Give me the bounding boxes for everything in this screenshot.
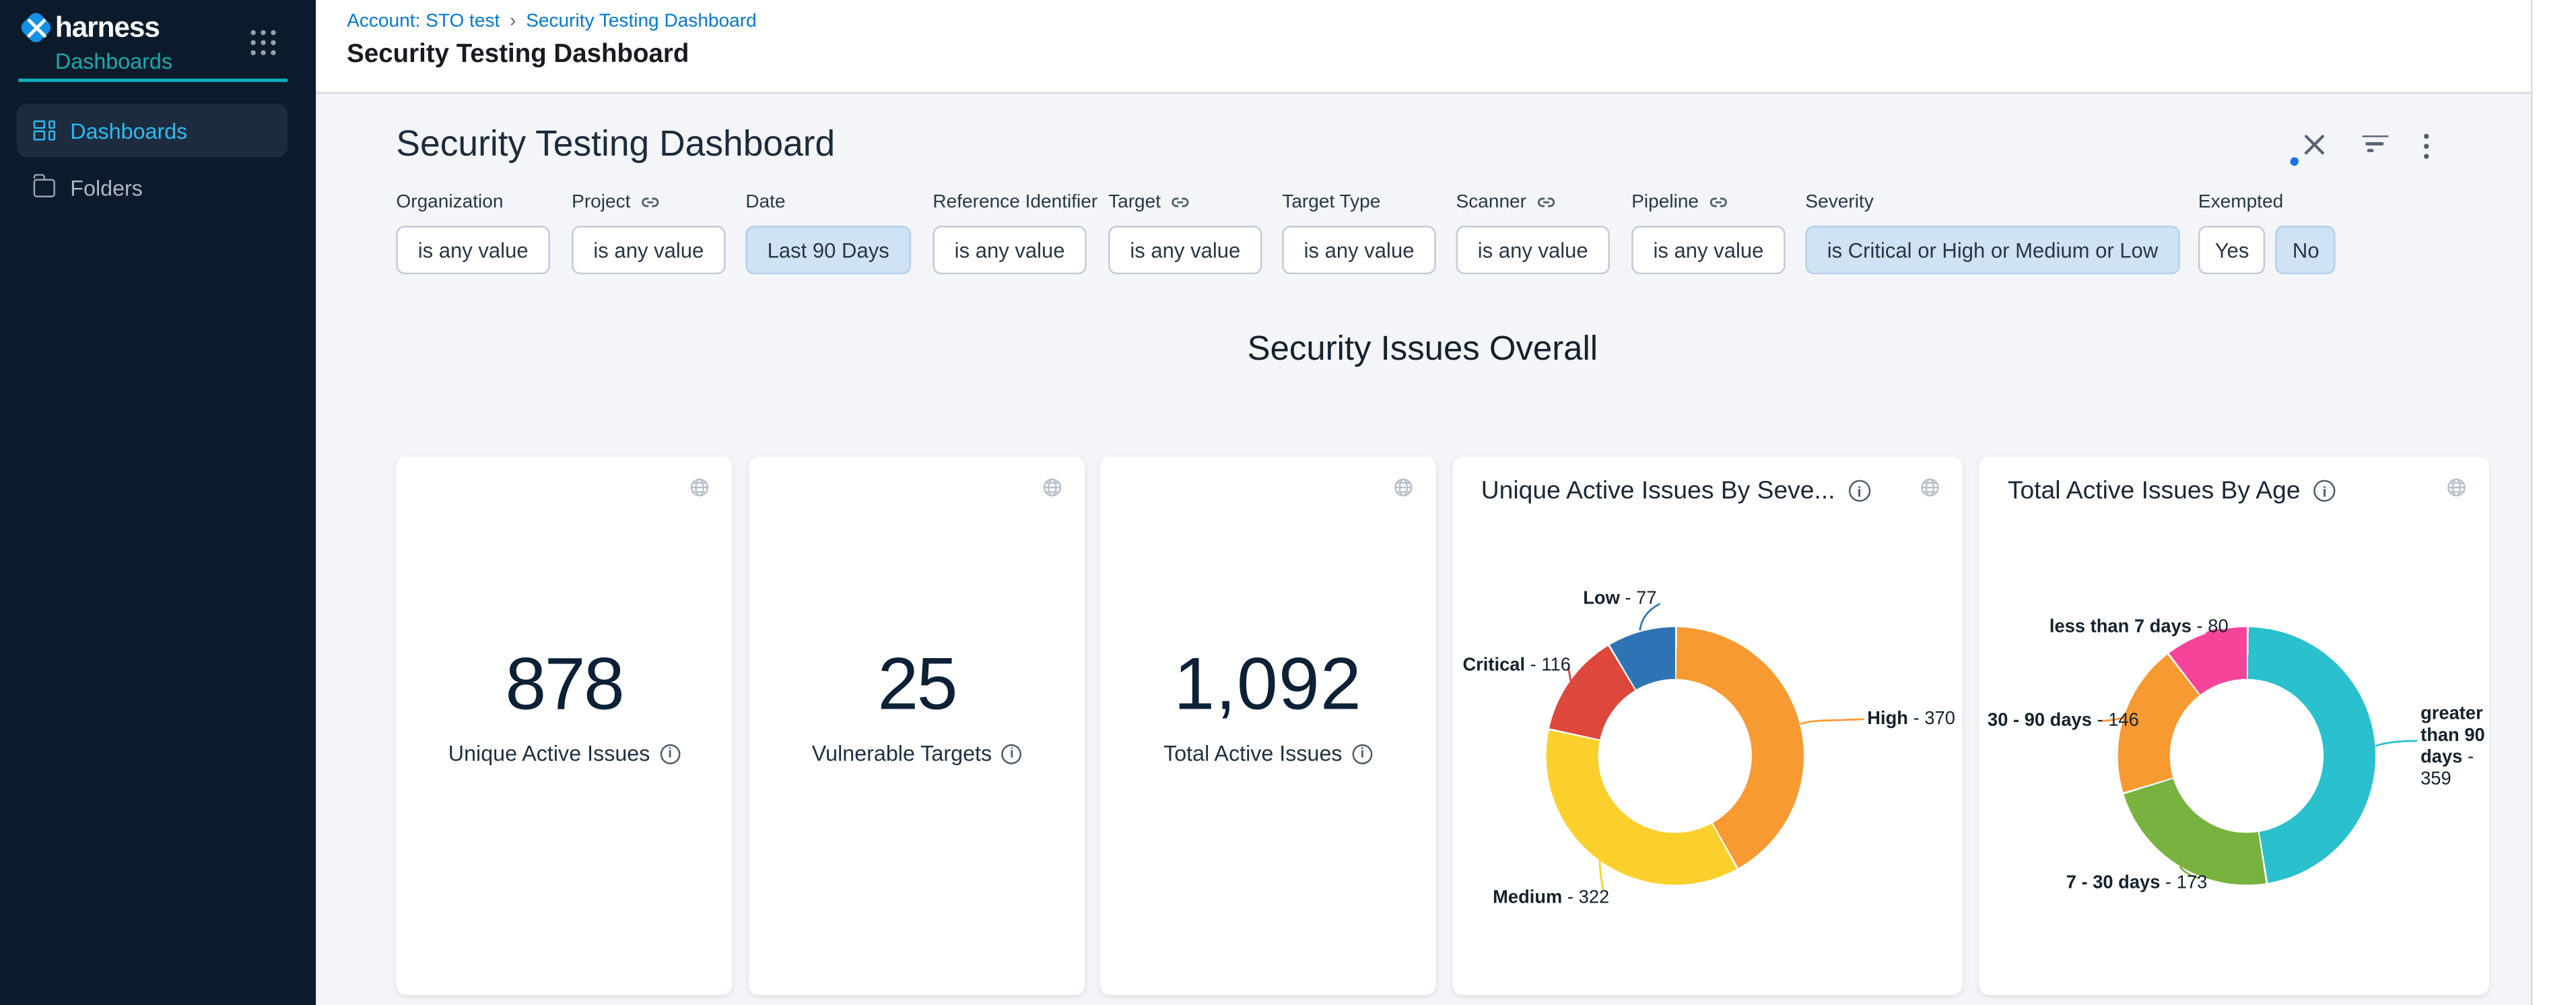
- age-donut-chart[interactable]: [2118, 626, 2375, 884]
- filter-label: Pipeline: [1631, 193, 1699, 213]
- severity-donut-chart[interactable]: [1547, 626, 1804, 884]
- filter-organization: Organization is any value: [396, 191, 549, 273]
- scrollbar-track[interactable]: [2530, 0, 2576, 1005]
- cursor-dot: [2288, 156, 2298, 166]
- filter-chip[interactable]: is any value: [396, 225, 549, 273]
- donut-label-high: High - 370: [1867, 709, 1955, 730]
- filter-pipeline: Pipeline is any value: [1631, 191, 1785, 273]
- chart-card-issues-by-age: Total Active Issues By Age i less than 7 …: [1979, 457, 2489, 994]
- dashboard-content: Security Testing Dashboard Organization …: [315, 93, 2530, 1005]
- filter-label: Severity: [1805, 193, 1873, 213]
- globe-icon: [1919, 477, 1940, 498]
- filter-project: Project is any value: [572, 191, 725, 273]
- filter-chip[interactable]: Last 90 Days: [745, 225, 911, 273]
- breadcrumb-page-link[interactable]: Security Testing Dashboard: [526, 11, 757, 32]
- donut-label-30-90: 30 - 90 days - 146: [1988, 711, 2139, 731]
- info-icon[interactable]: i: [660, 744, 680, 764]
- filter-label: Organization: [396, 193, 503, 213]
- info-icon[interactable]: i: [2313, 480, 2335, 502]
- top-header: Account: STO test › Security Testing Das…: [315, 0, 2576, 93]
- link-icon: [1536, 193, 1557, 213]
- donut-label-greater-90: greater than 90 days - 359: [2420, 704, 2497, 791]
- filter-label: Date: [745, 193, 785, 213]
- globe-icon: [689, 477, 710, 498]
- sidebar-accent-divider: [18, 77, 287, 82]
- donut-label-less-than-7: less than 7 days - 80: [2049, 617, 2229, 637]
- chart-title: Unique Active Issues By Seve...: [1481, 477, 1835, 505]
- filter-chip[interactable]: is any value: [933, 225, 1086, 273]
- filter-chip[interactable]: is any value: [1631, 225, 1785, 273]
- globe-icon: [2445, 477, 2467, 498]
- filter-severity: Severity is Critical or High or Medium o…: [1805, 191, 2179, 273]
- info-icon[interactable]: i: [1002, 744, 1022, 764]
- link-icon: [1709, 193, 1729, 213]
- globe-icon: [1392, 477, 1414, 498]
- breadcrumb: Account: STO test › Security Testing Das…: [347, 11, 757, 32]
- filter-date: Date Last 90 Days: [745, 191, 911, 273]
- section-title: Security Issues Overall: [315, 329, 2530, 369]
- filter-target: Target is any value: [1108, 191, 1262, 273]
- chart-card-issues-by-severity: Unique Active Issues By Seve... i Low - 7…: [1453, 457, 1963, 994]
- filter-label: Scanner: [1456, 193, 1526, 213]
- dashboard-title: Security Testing Dashboard: [396, 123, 835, 164]
- sidebar-item-label: Dashboards: [70, 118, 187, 143]
- info-icon[interactable]: i: [1848, 480, 1870, 502]
- sidebar-item-label: Folders: [70, 174, 143, 199]
- filter-chip-yes[interactable]: Yes: [2198, 225, 2266, 273]
- sidebar-item-dashboards[interactable]: Dashboards: [17, 104, 287, 157]
- info-icon[interactable]: i: [1353, 744, 1373, 764]
- donut-label-critical: Critical - 116: [1462, 655, 1570, 676]
- stat-value: 878: [396, 644, 732, 727]
- link-icon: [640, 193, 660, 213]
- filter-label: Exempted: [2198, 193, 2283, 213]
- filter-target-type: Target Type is any value: [1282, 191, 1435, 273]
- folder-icon: [34, 178, 55, 196]
- close-icon[interactable]: [2303, 133, 2324, 154]
- filter-chip[interactable]: is any value: [572, 225, 725, 273]
- filter-chip[interactable]: is Critical or High or Medium or Low: [1805, 225, 2179, 273]
- filter-chip[interactable]: is any value: [1108, 225, 1262, 273]
- stat-card-vulnerable-targets: 25 Vulnerable Targets i: [749, 457, 1085, 994]
- more-options-icon[interactable]: [2423, 133, 2430, 160]
- filter-scanner: Scanner is any value: [1456, 191, 1610, 273]
- sidebar-item-folders[interactable]: Folders: [17, 160, 287, 214]
- link-icon: [1171, 193, 1191, 213]
- filter-chip-no[interactable]: No: [2276, 225, 2336, 273]
- stat-label: Vulnerable Targets: [812, 741, 992, 766]
- stat-value: 1,092: [1100, 644, 1436, 727]
- stat-label: Unique Active Issues: [448, 741, 650, 766]
- dashboards-icon: [34, 120, 55, 141]
- stat-value: 25: [749, 644, 1085, 727]
- stat-card-unique-active-issues: 878 Unique Active Issues i: [396, 457, 732, 994]
- product-name: Dashboards: [55, 48, 172, 73]
- filter-label: Project: [572, 193, 630, 213]
- page-title: Security Testing Dashboard: [347, 40, 689, 71]
- filter-icon[interactable]: [2361, 135, 2388, 156]
- globe-icon: [1042, 477, 1063, 498]
- chart-title: Total Active Issues By Age: [2008, 477, 2301, 505]
- filter-exempted: Exempted Yes No: [2198, 191, 2336, 273]
- filter-chip[interactable]: is any value: [1282, 225, 1435, 273]
- donut-label-low: Low - 77: [1583, 589, 1656, 609]
- breadcrumb-separator: ›: [510, 11, 516, 32]
- harness-logo-icon: [20, 11, 54, 45]
- filter-label: Target: [1108, 193, 1161, 213]
- filter-reference-identifier: Reference Identifier is any value: [933, 191, 1097, 273]
- module-switcher-icon[interactable]: [250, 30, 275, 55]
- stat-card-total-active-issues: 1,092 Total Active Issues i: [1100, 457, 1436, 994]
- donut-label-7-30: 7 - 30 days - 173: [2066, 873, 2208, 893]
- donut-label-medium: Medium - 322: [1493, 888, 1609, 908]
- filter-chip[interactable]: is any value: [1456, 225, 1610, 273]
- filter-label: Target Type: [1282, 193, 1380, 213]
- brand-name: harness: [55, 11, 160, 45]
- filter-label: Reference Identifier: [933, 193, 1097, 213]
- breadcrumb-account-link[interactable]: Account: STO test: [347, 11, 500, 32]
- sidebar: harness Dashboards Dashboards Folders: [0, 0, 315, 1005]
- app-window: harness Dashboards Dashboards Folders Ac…: [0, 0, 2576, 1005]
- stat-label: Total Active Issues: [1163, 741, 1343, 766]
